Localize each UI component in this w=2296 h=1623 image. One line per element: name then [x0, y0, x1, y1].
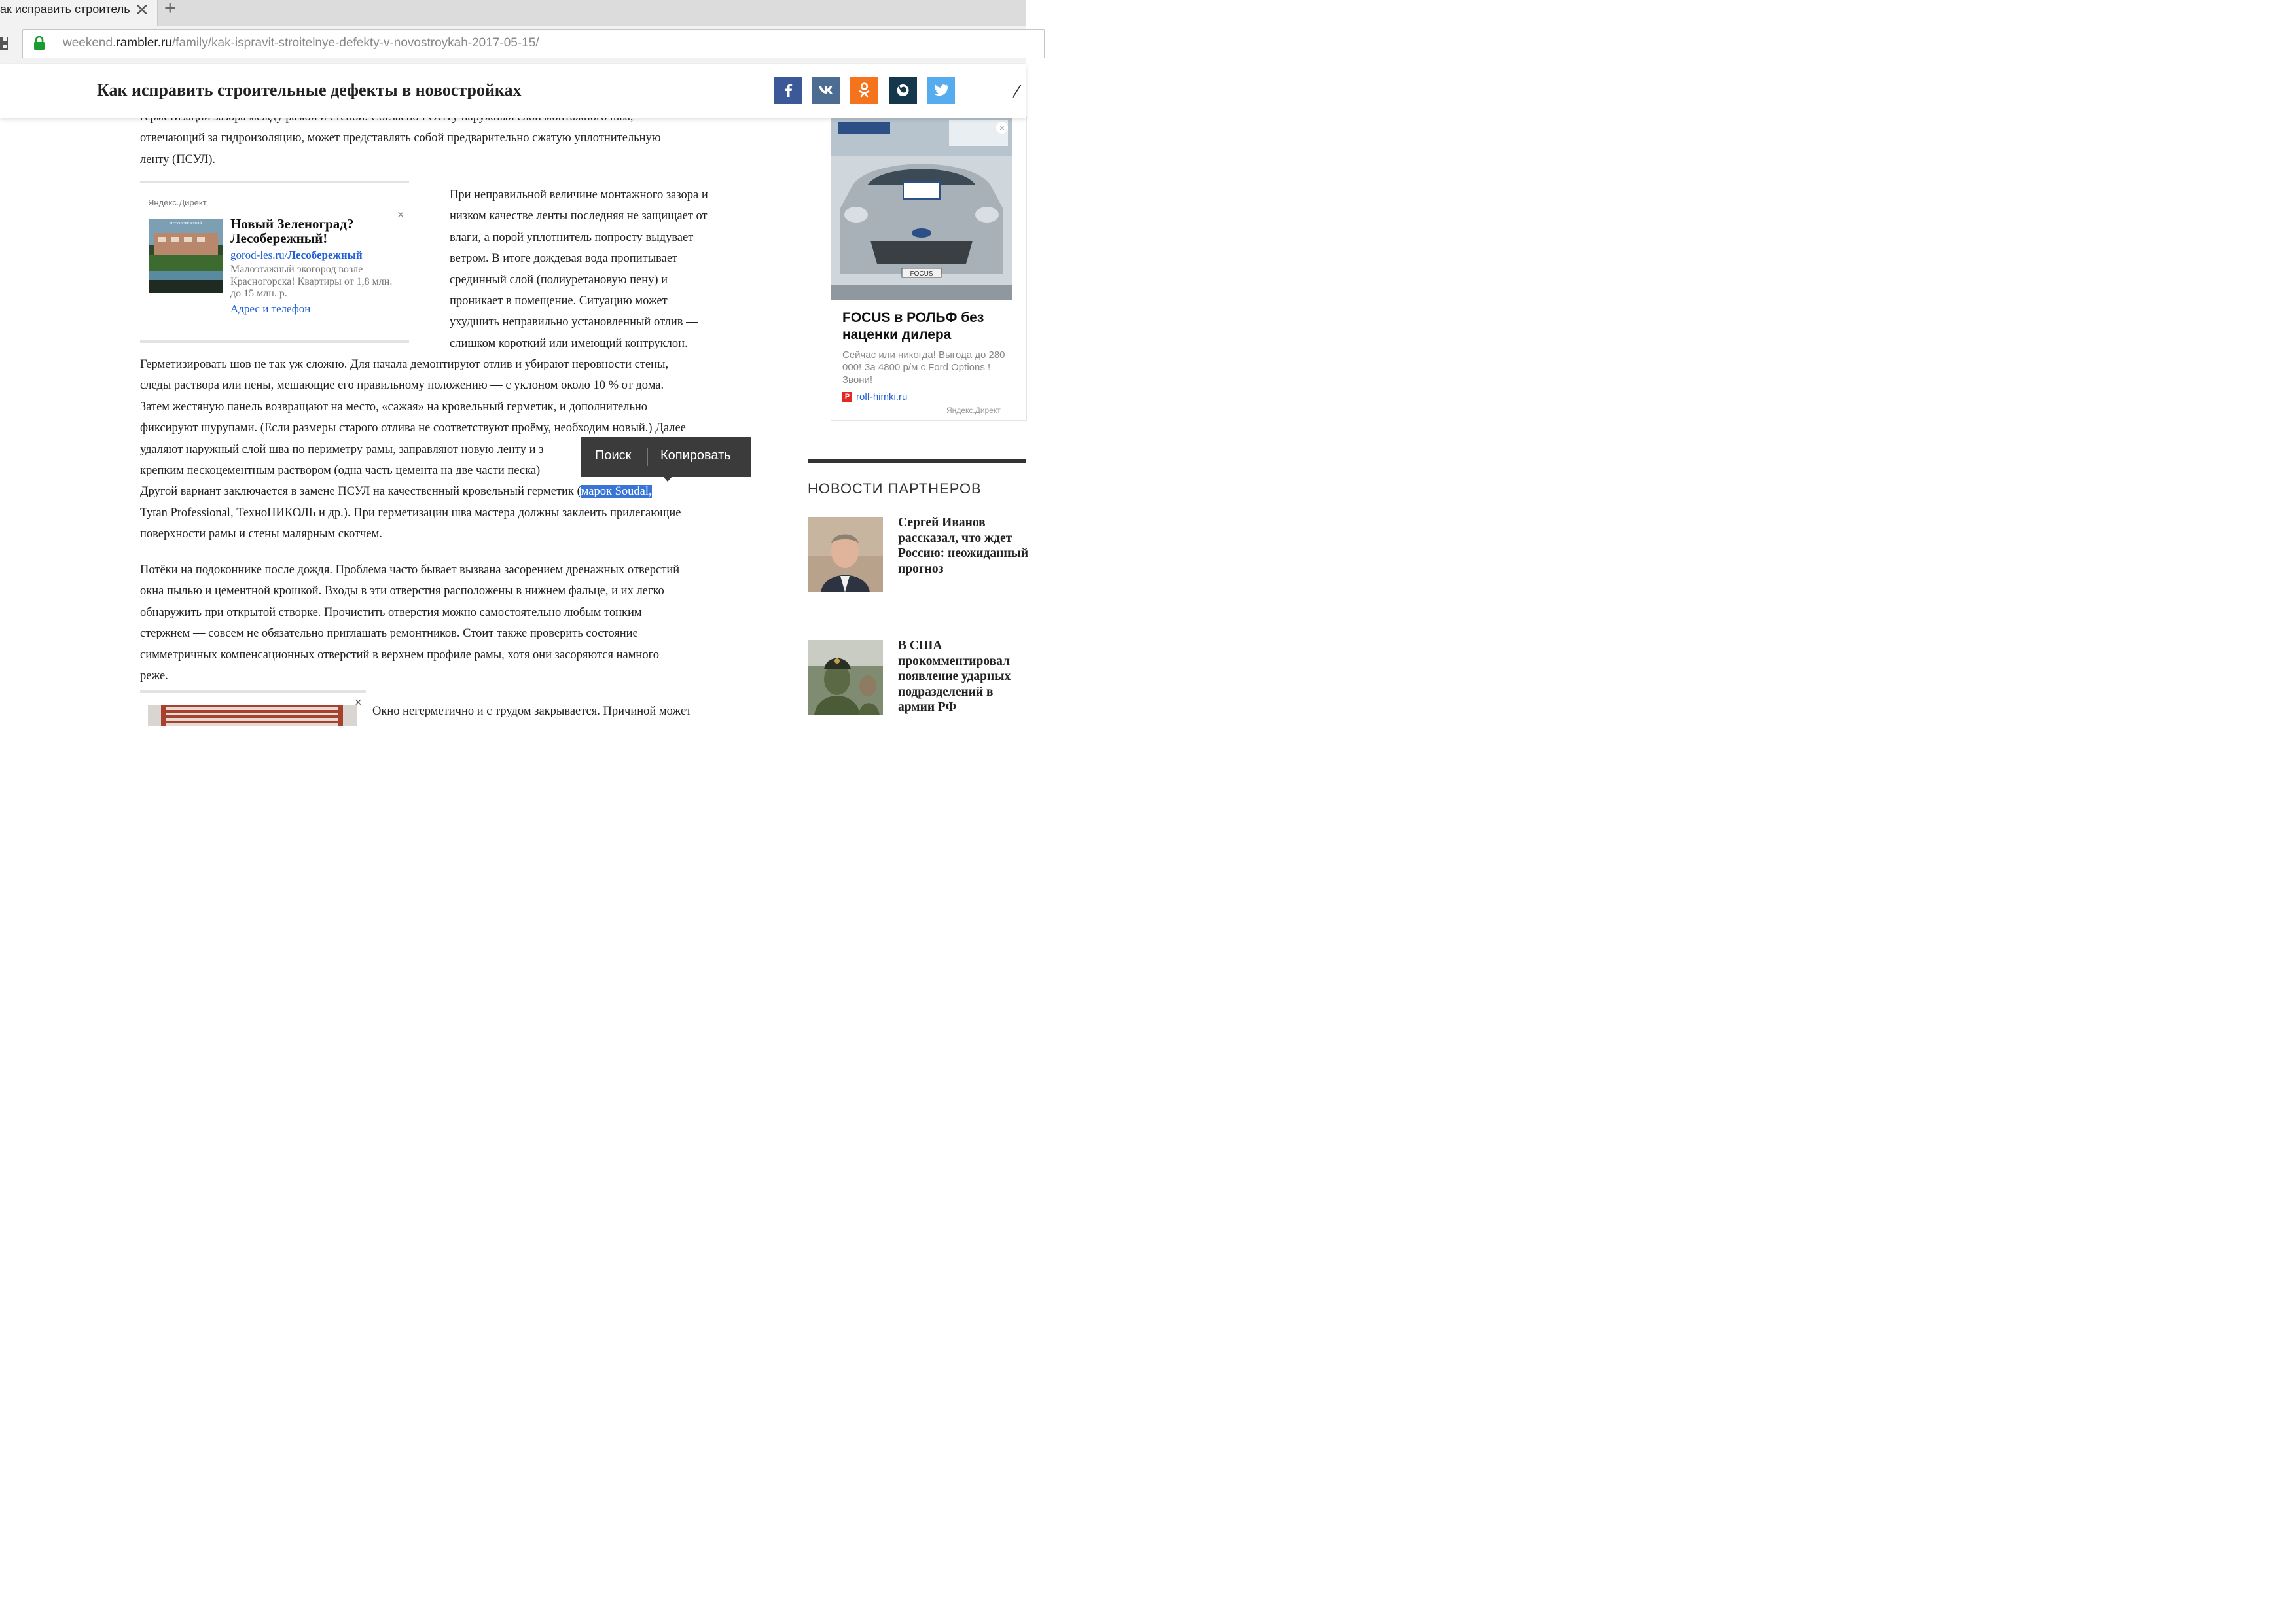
sidebar-ad-title[interactable]: FOCUS в РОЛЬФ без наценки дилера [842, 310, 1019, 344]
text-line: Затем жестяную панель возвращают на мест… [140, 400, 648, 414]
text-line-with-selection: Другой вариант заключается в замене ПСУЛ… [140, 481, 749, 502]
collapse-chevron-icon[interactable]: ⁄ [1016, 81, 1019, 102]
context-search-button[interactable]: Поиск [595, 448, 631, 463]
ad-link-domain: gorod-les.ru/ [230, 249, 288, 261]
text-line: обнаружить при открытой створке. Прочист… [140, 605, 642, 619]
article-paragraph-3: Потёки на подоконнике после дождя. Пробл… [140, 560, 749, 687]
ad-label: Яндекс.Директ [148, 198, 207, 207]
text-line: отвечающий за гидроизоляцию, может предс… [140, 132, 661, 145]
url-path: /family/kak-ispravit-stroitelnye-defekty… [171, 36, 539, 50]
text-line: слишком короткий или имеющий контруклон. [450, 336, 688, 350]
text-line: симметричных компенсационных отверстий в… [140, 648, 659, 662]
ad-image[interactable]: ЛЕСОБЕРЕЖНЫЙ [149, 219, 223, 293]
selected-text[interactable]: марок Soudal, [581, 485, 652, 499]
sidebar-ad-link[interactable]: rolf-himki.ru [856, 391, 907, 402]
url-domain: rambler.ru [116, 36, 172, 50]
news-title[interactable]: Сергей Иванов рассказал, что ждет Россию… [898, 515, 1029, 577]
bottom-ad-close-icon[interactable]: × [355, 696, 362, 709]
context-menu-divider [647, 448, 648, 466]
text-line: влаги, а порой уплотнитель попросту выду… [450, 230, 694, 244]
license-plate-text: FOCUS [910, 270, 933, 277]
ad-link[interactable]: gorod-les.ru/Лесобережный [230, 249, 363, 262]
share-facebook-button[interactable] [774, 77, 802, 104]
text-line: срединный слой (полиуретановую пену) и [450, 273, 668, 287]
ad-image-caption: ЛЕСОБЕРЕЖНЫЙ [170, 221, 202, 226]
article-paragraph-1: При неправильной величине монтажного заз… [450, 185, 747, 354]
text-line: При неправильной величине монтажного заз… [450, 188, 708, 202]
sidebar-ad-close-icon[interactable]: × [996, 122, 1008, 134]
text-line: реже. [140, 669, 168, 683]
twitter-icon [927, 77, 955, 104]
ad-title[interactable]: Новый Зеленоград? Лесобережный! [230, 217, 401, 245]
text-line: низком качестве ленты последняя не защищ… [450, 209, 708, 223]
ok-icon [850, 77, 878, 104]
text-line: стержнем — совсем не обязательно приглаш… [140, 627, 638, 641]
text-line: фиксируют шурупами. (Если размеры старог… [140, 421, 686, 435]
article-paragraph-4: Окно негерметично и с трудом закрывается… [372, 701, 752, 722]
rolf-badge-icon: Р [842, 392, 852, 402]
tab-title[interactable]: ак исправить строитель [0, 3, 131, 16]
text-line: Окно негерметично и с трудом закрывается… [372, 705, 692, 718]
share-twitter-button[interactable] [927, 77, 955, 104]
secure-lock-icon[interactable] [33, 36, 46, 50]
page-title: Как исправить строительные дефекты в нов… [97, 80, 522, 99]
context-copy-button[interactable]: Копировать [660, 448, 731, 463]
text-line: Tytan Professional, ТехноНИКОЛЬ и др.). … [140, 506, 681, 520]
facebook-icon [774, 77, 802, 104]
news-title[interactable]: В США прокомментировал появление ударных… [898, 638, 1029, 715]
partner-news-divider [808, 459, 1026, 463]
url-text[interactable]: weekend.rambler.ru/family/kak-ispravit-s… [63, 36, 539, 50]
text-line: ленту (ПСУЛ). [140, 152, 216, 166]
bottom-ad-divider [140, 690, 366, 693]
tab-close-icon[interactable]: ✕ [135, 0, 149, 20]
partner-news-heading: НОВОСТИ ПАРТНЕРОВ [808, 480, 982, 497]
vk-icon [812, 77, 840, 104]
context-menu-pointer [663, 476, 672, 482]
ad-contact-link[interactable]: Адрес и телефон [230, 302, 310, 315]
text-line: следы раствора или пены, мешающие его пр… [140, 379, 664, 393]
text-line: ветром. В итоге дождевая вода пропитывае… [450, 252, 678, 266]
text-line: проникает в помещение. Ситуацию может [450, 294, 668, 308]
text-line: окна пылью и цементной крошкой. Входы в … [140, 584, 664, 598]
new-tab-button[interactable]: + [164, 0, 176, 20]
ad-link-bold: Лесобережный [287, 249, 363, 261]
text-segment: Другой вариант заключается в замене ПСУЛ… [140, 485, 581, 499]
text-line: поверхности рамы и стены малярным скотче… [140, 527, 382, 541]
url-subdomain: weekend. [63, 36, 117, 50]
car-ad-image[interactable]: FOCUS [831, 116, 1012, 300]
apps-grid-icon[interactable] [0, 37, 8, 50]
bottom-ad-image[interactable] [148, 705, 357, 726]
sidebar-ad-text: Сейчас или никогда! Выгода до 280 000! З… [842, 349, 1005, 385]
news-thumbnail[interactable] [808, 517, 883, 592]
ad-text: Малоэтажный экогород возле Красногорска!… [230, 264, 393, 299]
text-line: Потёки на подоконнике после дождя. Пробл… [140, 563, 680, 577]
share-livejournal-button[interactable] [889, 77, 917, 104]
text-line: ухудшить неправильно установленный отлив… [450, 315, 698, 329]
text-line: Герметизировать шов не так уж сложно. Дл… [140, 358, 669, 371]
news-thumbnail[interactable] [808, 640, 883, 715]
share-vk-button[interactable] [812, 77, 840, 104]
sidebar-ad-label: Яндекс.Директ [946, 406, 1001, 415]
livejournal-icon [889, 77, 917, 104]
share-ok-button[interactable] [850, 77, 878, 104]
